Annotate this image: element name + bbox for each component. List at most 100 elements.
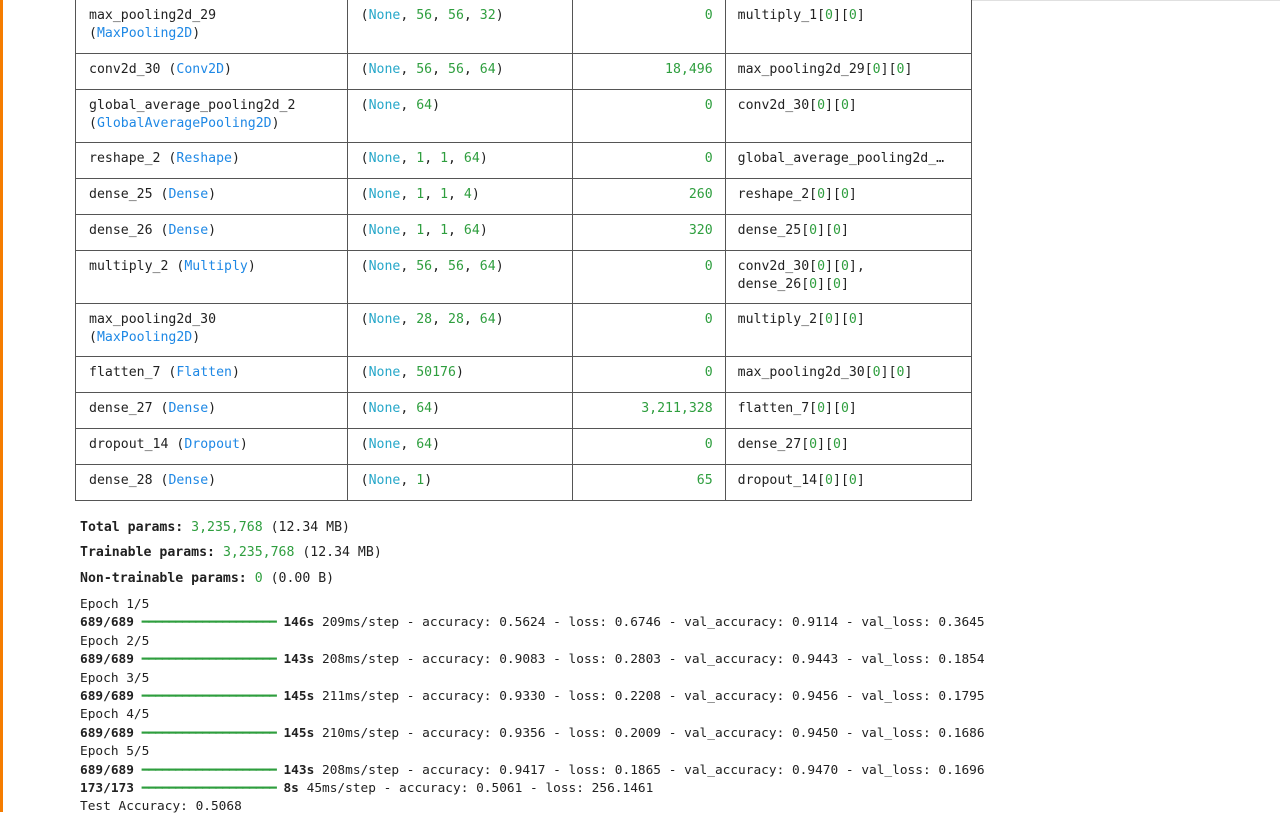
connected-layer: max_pooling2d_30 bbox=[737, 364, 865, 380]
connected-index: 0 bbox=[833, 276, 841, 292]
connected-layer: max_pooling2d_29 bbox=[737, 61, 865, 77]
output-shape-cell: (None, 1) bbox=[346, 463, 573, 501]
epoch-metrics: 211ms/step - accuracy: 0.9330 - loss: 0.… bbox=[322, 689, 985, 705]
output-shape-cell: (None, 56, 56, 64) bbox=[346, 52, 573, 90]
output-shape-cell: (None, 1, 1, 4) bbox=[346, 177, 573, 215]
connected-index: 0 bbox=[833, 436, 841, 452]
shape-dim: 64 bbox=[479, 61, 496, 77]
shape-none: None bbox=[368, 472, 401, 488]
shape-dim: 1 bbox=[440, 186, 449, 202]
connected-to-cell: multiply_1[0][0] bbox=[724, 0, 973, 54]
shape-dim: 1 bbox=[416, 186, 425, 202]
connected-index: 0 bbox=[840, 97, 849, 113]
model-summary-table: max_pooling2d_29 (MaxPooling2D) (None, 56,… bbox=[75, 0, 973, 501]
shape-none: None bbox=[368, 258, 401, 274]
total-params: Total params: 3,235,768 (12.34 MB) bbox=[80, 519, 350, 535]
connected-layer: dense_27 bbox=[737, 436, 802, 452]
shape-dim: 1 bbox=[416, 472, 425, 488]
connected-layer: dropout_14 bbox=[737, 472, 818, 488]
layer-name-cell: max_pooling2d_30 (MaxPooling2D) bbox=[75, 302, 348, 357]
shape-none: None bbox=[368, 436, 401, 452]
table-row: max_pooling2d_30 (MaxPooling2D) (None, 28,… bbox=[75, 302, 973, 357]
param-count-cell: 3,211,328 bbox=[571, 391, 726, 429]
shape-dim: 64 bbox=[416, 436, 433, 452]
shape-dim: 1 bbox=[416, 222, 425, 238]
progress-line: 689/689 ━━━━━━━━━━━━━━━━━━━━ 145s 211ms/… bbox=[80, 688, 1275, 706]
progress-line: 689/689 ━━━━━━━━━━━━━━━━━━━━ 143s 208ms/… bbox=[80, 762, 1275, 780]
connected-to-cell: dense_27[0][0] bbox=[724, 427, 973, 465]
layer-name-cell: dense_28 (Dense) bbox=[75, 463, 348, 501]
layer-type: MaxPooling2D bbox=[96, 329, 193, 345]
param-count: 18,496 bbox=[665, 61, 713, 77]
table-row: dense_27 (Dense) (None, 64) 3,211,328 flatt… bbox=[75, 391, 973, 429]
layer-type: Dense bbox=[168, 472, 209, 488]
shape-none: None bbox=[368, 364, 401, 380]
epoch-header: Epoch 1/5 bbox=[80, 597, 150, 612]
layer-type: Dense bbox=[168, 400, 209, 416]
step-count: 689/689 bbox=[80, 652, 134, 668]
layer-name: dense_28 bbox=[89, 472, 153, 488]
connected-layer: multiply_2 bbox=[737, 311, 818, 327]
connected-to-cell: multiply_2[0][0] bbox=[724, 302, 973, 357]
progress-bar: ━━━━━━━━━━━━━━━━━━━━ bbox=[141, 615, 277, 631]
layer-type: Flatten bbox=[176, 364, 232, 380]
connected-index: 0 bbox=[809, 276, 818, 292]
shape-dim: 50176 bbox=[416, 364, 456, 380]
connected-to-cell: flatten_7[0][0] bbox=[724, 391, 973, 429]
layer-name: dense_25 bbox=[89, 186, 153, 202]
shape-none: None bbox=[368, 97, 401, 113]
connected-to-cell: conv2d_30[0][0] bbox=[724, 88, 973, 143]
param-count: 0 bbox=[704, 150, 713, 166]
table-row: conv2d_30 (Conv2D) (None, 56, 56, 64) 18,4… bbox=[75, 52, 973, 90]
param-count: 0 bbox=[704, 8, 713, 23]
connected-layer: global_average_pooling2d_… bbox=[737, 150, 945, 166]
param-count: 320 bbox=[688, 222, 713, 238]
table-row: dense_25 (Dense) (None, 1, 1, 4) 260 reshap… bbox=[75, 177, 973, 215]
table-row: flatten_7 (Flatten) (None, 50176) 0 max_poo… bbox=[75, 355, 973, 393]
epoch-header: Epoch 4/5 bbox=[80, 707, 150, 723]
layer-name: global_average_pooling2d_2 bbox=[89, 97, 296, 113]
progress-bar: ━━━━━━━━━━━━━━━━━━━━ bbox=[141, 652, 277, 668]
connected-to-cell: dropout_14[0][0] bbox=[724, 463, 973, 501]
shape-dim: 56 bbox=[448, 8, 464, 23]
epoch-header: Epoch 2/5 bbox=[80, 633, 150, 649]
shape-none: None bbox=[368, 150, 401, 166]
connected-index: 0 bbox=[840, 258, 849, 274]
progress-bar: ━━━━━━━━━━━━━━━━━━━━ bbox=[141, 762, 277, 778]
connected-index: 0 bbox=[896, 364, 905, 380]
connected-layer: conv2d_30 bbox=[737, 97, 810, 113]
param-count-cell: 0 bbox=[571, 427, 726, 465]
layer-name-cell: dense_26 (Dense) bbox=[75, 213, 348, 251]
layer-name-cell: global_average_pooling2d_2 (GlobalAverage… bbox=[75, 88, 348, 143]
layer-name-cell: multiply_2 (Multiply) bbox=[75, 249, 348, 304]
layer-name-cell: flatten_7 (Flatten) bbox=[75, 355, 348, 393]
epoch-time: 145s bbox=[283, 689, 315, 705]
output-shape-cell: (None, 64) bbox=[346, 88, 573, 143]
layer-name: dense_26 bbox=[89, 222, 153, 238]
layer-name: conv2d_30 bbox=[89, 61, 161, 77]
connected-index: 0 bbox=[872, 61, 881, 77]
step-count: 173/173 bbox=[80, 781, 134, 797]
progress-line: 173/173 ━━━━━━━━━━━━━━━━━━━━ 8s 45ms/ste… bbox=[80, 780, 1275, 798]
param-count-cell: 320 bbox=[571, 213, 726, 251]
connected-to-cell: max_pooling2d_30[0][0] bbox=[724, 355, 973, 393]
param-count: 3,211,328 bbox=[641, 400, 713, 416]
epoch-metrics: 45ms/step - accuracy: 0.5061 - loss: 256… bbox=[306, 781, 654, 797]
shape-dim: 64 bbox=[416, 400, 433, 416]
param-count-cell: 18,496 bbox=[571, 52, 726, 90]
shape-dim: 56 bbox=[416, 8, 433, 23]
shape-dim: 64 bbox=[463, 150, 480, 166]
layer-type: MaxPooling2D bbox=[96, 26, 193, 41]
layer-name-cell: dense_25 (Dense) bbox=[75, 177, 348, 215]
output-shape-cell: (None, 56, 56, 32) bbox=[346, 0, 573, 54]
connected-to-cell: conv2d_30[0][0], dense_26[0][0] bbox=[724, 249, 973, 304]
connected-index: 0 bbox=[848, 472, 857, 488]
step-count: 689/689 bbox=[80, 615, 134, 631]
table-row: dense_26 (Dense) (None, 1, 1, 64) 320 dense… bbox=[75, 213, 973, 251]
param-summary: Total params: 3,235,768 (12.34 MB) Train… bbox=[80, 515, 1275, 592]
table-row: global_average_pooling2d_2 (GlobalAverage… bbox=[75, 88, 973, 143]
table-row: max_pooling2d_29 (MaxPooling2D) (None, 56,… bbox=[75, 0, 973, 54]
layer-type: Reshape bbox=[176, 150, 232, 166]
layer-name-cell: dense_27 (Dense) bbox=[75, 391, 348, 429]
progress-line: 689/689 ━━━━━━━━━━━━━━━━━━━━ 146s 209ms/… bbox=[80, 614, 1275, 632]
